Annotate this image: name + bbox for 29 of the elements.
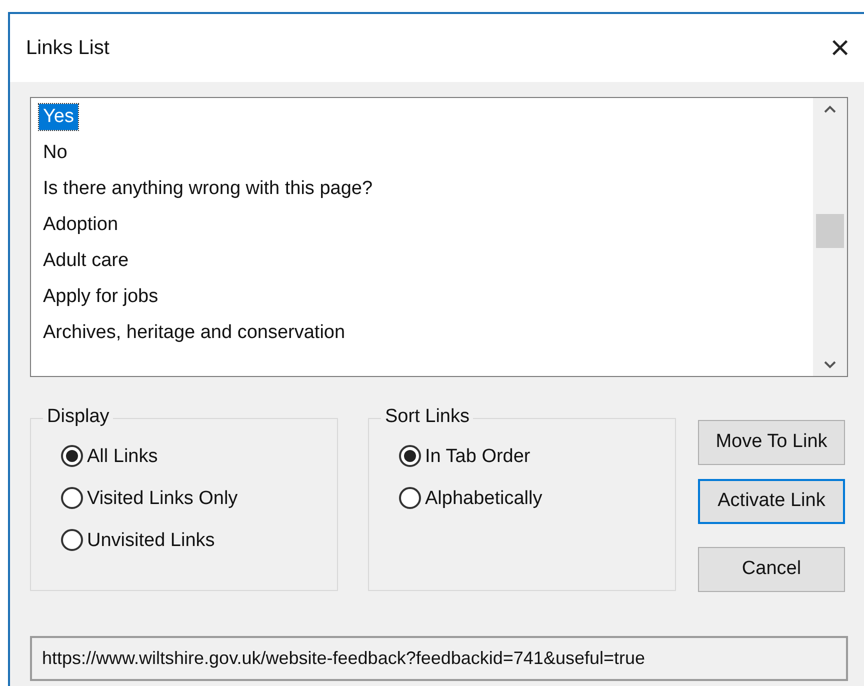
list-item[interactable]: Is there anything wrong with this page?	[39, 176, 377, 202]
list-item[interactable]: Yes	[39, 104, 78, 130]
dialog-button[interactable]: Activate Link	[698, 479, 845, 524]
radio-label: All Links	[87, 446, 158, 466]
radio-button[interactable]	[399, 487, 421, 509]
radio-label: Unvisited Links	[87, 530, 215, 550]
scroll-down-icon[interactable]	[823, 360, 837, 370]
scroll-up-icon[interactable]	[823, 104, 837, 114]
window-title: Links List	[26, 36, 110, 61]
list-item[interactable]: Adoption	[39, 212, 122, 238]
dialog-button[interactable]: Cancel	[698, 547, 845, 592]
dialog-button[interactable]: Move To Link	[698, 420, 845, 465]
group-title: Display	[43, 407, 114, 426]
list-item[interactable]: Apply for jobs	[39, 284, 162, 310]
radio-button[interactable]	[61, 487, 83, 509]
radio-button[interactable]	[61, 445, 83, 467]
list-item[interactable]: Archives, heritage and conservation	[39, 320, 350, 346]
links-listbox[interactable]: Yes No Is there anything wrong with this page? Adoption Adult care Apply for jobs Archives, heritage and conservation	[30, 97, 848, 377]
list-item[interactable]: No	[39, 140, 72, 166]
radio-button[interactable]	[399, 445, 421, 467]
radio-label: Alphabetically	[425, 488, 542, 508]
close-button[interactable]: ×	[826, 31, 854, 65]
list-item[interactable]: Adult care	[39, 248, 133, 274]
radio-button[interactable]	[61, 529, 83, 551]
scrollbar[interactable]	[813, 98, 847, 376]
radio-label: In Tab Order	[425, 446, 530, 466]
radio-label: Visited Links Only	[87, 488, 238, 508]
scroll-thumb[interactable]	[816, 214, 844, 248]
url-field: https://www.wiltshire.gov.uk/website-feedback?feedbackid=741&useful=true	[30, 636, 848, 681]
